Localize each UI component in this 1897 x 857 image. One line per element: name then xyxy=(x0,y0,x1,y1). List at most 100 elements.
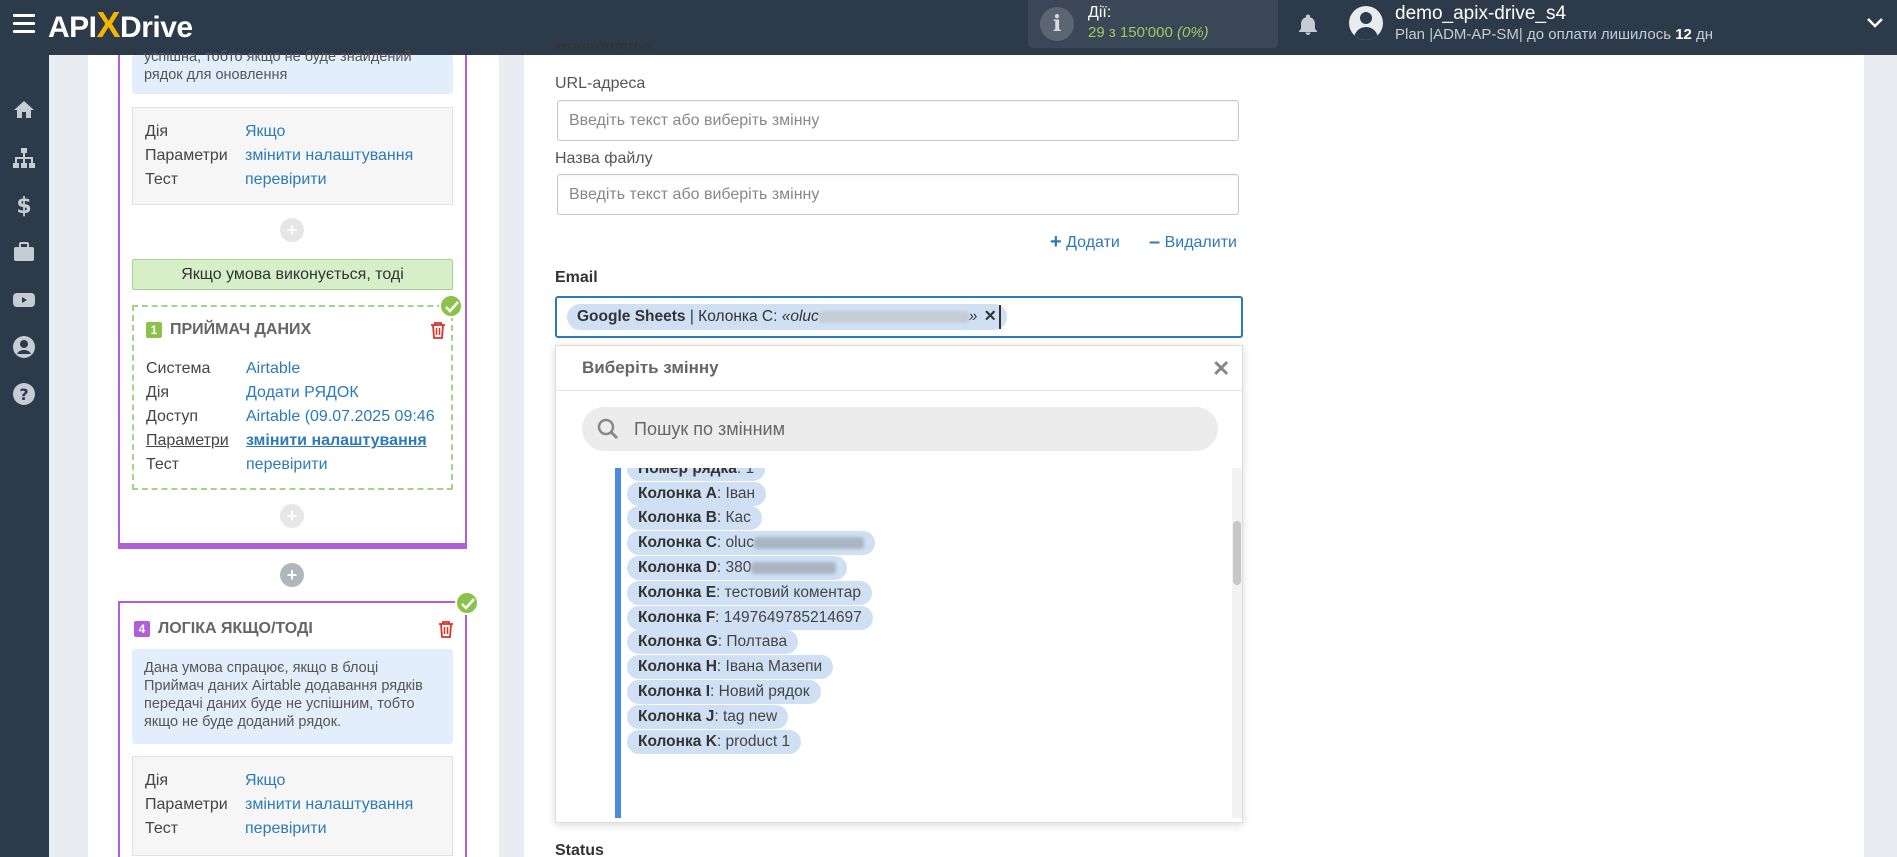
test-link[interactable]: перевірити xyxy=(246,456,328,473)
var-value: : Полтава xyxy=(717,633,788,650)
chip-value-end: » xyxy=(968,308,978,325)
blurred-value xyxy=(751,561,837,574)
block-note: успішна, тобто якщо не буде знайдений ря… xyxy=(132,49,453,94)
var-name: Колонка G xyxy=(638,633,718,650)
var-value: : 1497649785214697 xyxy=(715,609,862,626)
var-name: Колонка K xyxy=(638,733,717,750)
search-placeholder: Пошук по змінним xyxy=(634,419,785,439)
trash-icon[interactable] xyxy=(438,620,454,638)
row-key: Параметри xyxy=(145,796,228,813)
data-receiver-block[interactable]: 1 ПРИЙМАЧ ДАНИХ Система Airtable Дія Додат… xyxy=(132,305,453,490)
help-icon[interactable]: ? xyxy=(12,382,36,406)
remove-label: Видалити xyxy=(1164,234,1237,251)
avatar[interactable] xyxy=(1349,6,1383,40)
menu-icon[interactable] xyxy=(13,14,35,33)
var-name: Колонка F xyxy=(638,609,716,626)
variable-item[interactable]: Колонка B: Кас xyxy=(627,506,762,530)
variable-item[interactable]: Колонка K: product 1 xyxy=(627,730,802,754)
var-value: : tag new xyxy=(714,708,778,725)
briefcase-icon[interactable] xyxy=(12,240,36,264)
dollar-icon[interactable]: $ xyxy=(12,193,36,217)
variable-item[interactable]: Колонка C: oluc xyxy=(627,531,875,555)
add-step-button[interactable]: + xyxy=(280,218,304,242)
var-name: Колонка H xyxy=(638,658,717,675)
variable-item[interactable]: Колонка F: 1497649785214697 xyxy=(627,606,873,630)
add-step-button[interactable]: + xyxy=(280,563,304,587)
block-title: ЛОГІКА ЯКЩО/ТОДІ xyxy=(158,620,313,637)
variable-item[interactable]: Колонка I: Новий рядок xyxy=(627,680,821,704)
var-name: Колонка A xyxy=(638,485,717,502)
var-value: : oluc xyxy=(716,534,754,551)
row-value[interactable]: Додати РЯДОК xyxy=(246,384,359,401)
logo-drive: Drive xyxy=(120,11,193,44)
add-step-button[interactable]: + xyxy=(280,504,304,528)
plan-info: Plan |ADM-AP-SM| до оплати лишилось 12 д… xyxy=(1395,26,1713,43)
note-line: Приймач даних Airtable додавання рядків xyxy=(144,678,423,694)
var-name: Колонка C xyxy=(638,534,717,551)
email-input[interactable]: Google Sheets | Колонка C: «oluc » ✕ xyxy=(555,296,1243,338)
close-icon[interactable]: ✕ xyxy=(1212,356,1230,382)
scrollbar-thumb[interactable] xyxy=(1233,521,1241,585)
note-line: успішна, тобто якщо не буде знайдений xyxy=(144,49,412,65)
filename-input[interactable]: Введіть текст або виберіть змінну xyxy=(557,174,1239,215)
top-bar: APIXDrive i Дії: 29 з 150'000 (0%) demo_… xyxy=(0,0,1897,55)
block-summary: Дія Якщо Параметри змінити налаштування Те… xyxy=(132,107,453,205)
chevron-down-icon[interactable] xyxy=(1866,14,1884,32)
apix-drive-logo[interactable]: APIXDrive xyxy=(48,4,193,46)
row-value[interactable]: Якщо xyxy=(245,772,285,789)
sidebar: $ ? xyxy=(0,55,49,857)
change-settings-link[interactable]: змінити налаштування xyxy=(245,796,413,813)
blurred-value xyxy=(753,536,864,549)
var-name: Колонка B xyxy=(638,509,717,526)
logic-if-then-block[interactable]: 4 ЛОГІКА ЯКЩО/ТОДІ Дана умова спрацює, я… xyxy=(118,601,467,857)
test-link[interactable]: перевірити xyxy=(245,820,327,837)
chip-value: «oluc xyxy=(781,308,819,325)
username[interactable]: demo_apix-drive_s4 xyxy=(1395,3,1566,25)
youtube-icon[interactable] xyxy=(12,288,36,312)
note-line: рядок для оновлення xyxy=(144,67,288,83)
variable-list: Номер рядка: 1 Колонка A: Іван Колонка B… xyxy=(556,468,1232,818)
row-key: Дія xyxy=(145,772,169,789)
change-settings-link[interactable]: змінити налаштування xyxy=(245,147,413,164)
plan-prefix: Plan |ADM-AP-SM| до оплати лишилось xyxy=(1395,26,1676,43)
condition-true-bar: Якщо умова виконується, тоді xyxy=(132,259,453,290)
row-value[interactable]: Airtable xyxy=(246,360,300,377)
variable-chip[interactable]: Google Sheets | Колонка C: «oluc » ✕ xyxy=(567,304,1007,330)
row-value[interactable]: Airtable (09.07.2025 09:46 xyxy=(246,408,435,425)
variable-item[interactable]: Номер рядка: 1 xyxy=(627,468,766,481)
logo-api: API xyxy=(48,11,97,44)
var-name: Колонка J xyxy=(638,708,715,725)
variable-search[interactable]: Пошук по змінним xyxy=(582,407,1218,451)
url-input[interactable]: Введіть текст або виберіть змінну xyxy=(557,100,1239,141)
user-icon[interactable] xyxy=(12,335,36,359)
home-icon[interactable] xyxy=(12,98,36,122)
row-key: Параметри xyxy=(145,147,228,164)
var-value: : Іван xyxy=(716,485,756,502)
variable-item[interactable]: Колонка A: Іван xyxy=(627,482,767,506)
bell-icon[interactable] xyxy=(1296,13,1320,37)
sitemap-icon[interactable] xyxy=(12,146,36,170)
variable-item[interactable]: Колонка H: Івана Мазепи xyxy=(627,655,834,679)
row-value[interactable]: Якщо xyxy=(245,123,285,140)
test-link[interactable]: перевірити xyxy=(245,171,327,188)
check-icon xyxy=(439,294,463,318)
variable-item[interactable]: Колонка J: tag new xyxy=(627,705,789,729)
close-icon[interactable]: ✕ xyxy=(984,308,997,325)
minus-icon: – xyxy=(1149,231,1161,253)
remove-button[interactable]: – Видалити xyxy=(1149,231,1237,254)
variable-item[interactable]: Колонка D: 380 xyxy=(627,556,848,580)
url-label: URL-адреса xyxy=(555,75,646,92)
add-label: Додати xyxy=(1066,234,1120,251)
trash-icon[interactable] xyxy=(430,321,446,339)
variable-item[interactable]: Колонка G: Полтава xyxy=(627,630,799,654)
picker-title: Виберіть змінну xyxy=(582,358,719,377)
plan-suffix: дн xyxy=(1691,26,1714,43)
change-settings-link[interactable]: змінити налаштування xyxy=(246,432,427,449)
source-indicator xyxy=(615,468,621,818)
row-key: Тест xyxy=(145,820,179,837)
chip-source: Google Sheets xyxy=(577,308,686,325)
var-value: : product 1 xyxy=(716,733,791,750)
check-icon xyxy=(455,591,479,615)
add-button[interactable]: + Додати xyxy=(1050,231,1120,254)
variable-item[interactable]: Колонка E: тестовий коментар xyxy=(627,581,872,605)
